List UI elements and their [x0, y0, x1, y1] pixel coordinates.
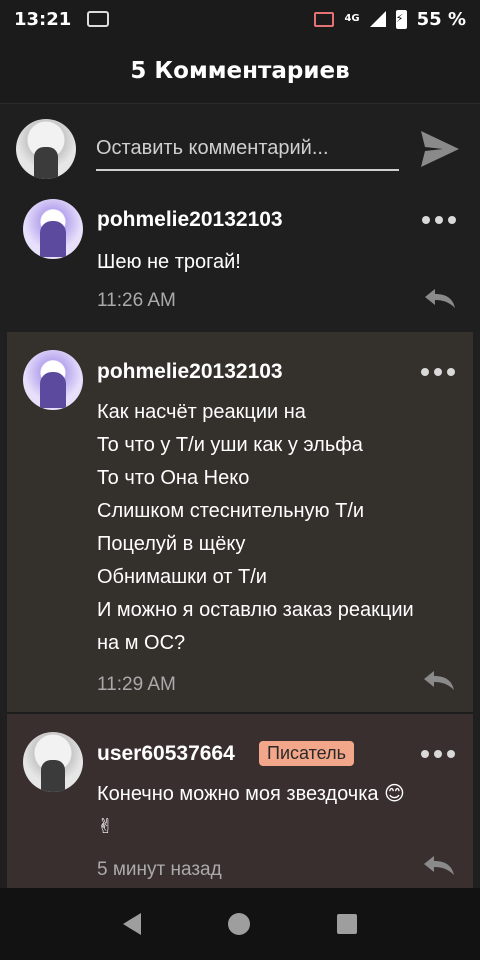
comment-composer — [0, 104, 480, 194]
comment-author[interactable]: pohmelie20132103 — [97, 208, 283, 232]
comment-time: 11:26 AM — [97, 290, 176, 311]
recent-apps-icon[interactable] — [336, 914, 357, 934]
send-icon — [421, 131, 459, 167]
comment-line: Поцелуй в щёку — [97, 533, 246, 555]
system-nav-bar — [0, 888, 480, 960]
page-title: 5 Комментариев — [130, 57, 350, 84]
comment-line: Слишком стеснительную Т/и — [97, 500, 365, 522]
comment-line: на м ОС? — [97, 632, 186, 654]
screenshot-icon — [87, 11, 110, 27]
status-bar: 13:21 4G 55 % — [0, 0, 480, 38]
status-time: 13:21 — [14, 8, 72, 30]
more-dots-icon — [422, 216, 430, 224]
comment-line: То что у Т/и уши как у эльфа — [97, 434, 363, 456]
writer-badge: Писатель — [259, 741, 354, 766]
signal-icon — [369, 11, 386, 27]
comment-line: И можно я оставлю заказ реакции — [97, 599, 414, 621]
comment-time: 11:29 AM — [97, 674, 176, 695]
comment-text: Шею не трогай! — [97, 246, 457, 279]
comment-input[interactable] — [96, 127, 399, 171]
comment-line: ✌ — [97, 816, 114, 838]
reply-icon — [425, 289, 455, 308]
more-options-button[interactable] — [422, 210, 458, 230]
reply-icon — [424, 671, 454, 690]
comment-line: Обнимашки от Т/и — [97, 566, 267, 588]
my-avatar[interactable] — [16, 119, 76, 179]
comment-line: Как насчёт реакции на — [97, 401, 306, 423]
network-type: 4G — [344, 13, 360, 24]
battery-icon — [395, 9, 407, 29]
battery-level: 55 % — [416, 8, 466, 30]
back-icon[interactable] — [123, 913, 142, 935]
author-avatar[interactable] — [23, 350, 83, 410]
more-dots-icon — [421, 750, 429, 758]
comment-author[interactable]: user60537664 — [97, 742, 235, 766]
comment-text: Как насчёт реакции на То что у Т/и уши к… — [97, 396, 457, 660]
more-dots-icon — [448, 216, 456, 224]
more-options-button[interactable] — [421, 744, 457, 764]
reply-button[interactable] — [422, 287, 458, 311]
author-avatar[interactable] — [23, 732, 83, 792]
comment-item: user60537664 Писатель Конечно можно моя … — [7, 714, 473, 889]
reply-icon — [424, 856, 454, 875]
cast-icon — [314, 11, 335, 27]
author-avatar[interactable] — [23, 199, 83, 259]
comment-text: Конечно можно моя звездочка 😊 ✌ — [97, 778, 457, 844]
comment-line: Шею не трогай! — [97, 251, 241, 273]
more-dots-icon — [434, 750, 442, 758]
comment-item: pohmelie20132103 Как насчёт реакции на Т… — [7, 332, 473, 714]
comments-header: 5 Комментариев — [0, 38, 480, 104]
more-options-button[interactable] — [421, 362, 457, 382]
comment-item: pohmelie20132103 Шею не трогай! 11:26 AM — [0, 194, 480, 332]
status-icons: 4G 55 % — [314, 9, 466, 30]
more-dots-icon — [447, 368, 455, 376]
comment-line: Конечно можно моя звездочка 😊 — [97, 783, 405, 805]
more-dots-icon — [435, 216, 443, 224]
send-button[interactable] — [416, 125, 464, 173]
more-dots-icon — [447, 750, 455, 758]
more-dots-icon — [434, 368, 442, 376]
comment-line: То что Она Неко — [97, 467, 250, 489]
home-icon[interactable] — [227, 913, 250, 935]
comment-author[interactable]: pohmelie20132103 — [97, 360, 283, 384]
reply-button[interactable] — [421, 669, 457, 693]
comment-time: 5 минут назад — [97, 859, 222, 880]
more-dots-icon — [421, 368, 429, 376]
reply-button[interactable] — [421, 854, 457, 878]
